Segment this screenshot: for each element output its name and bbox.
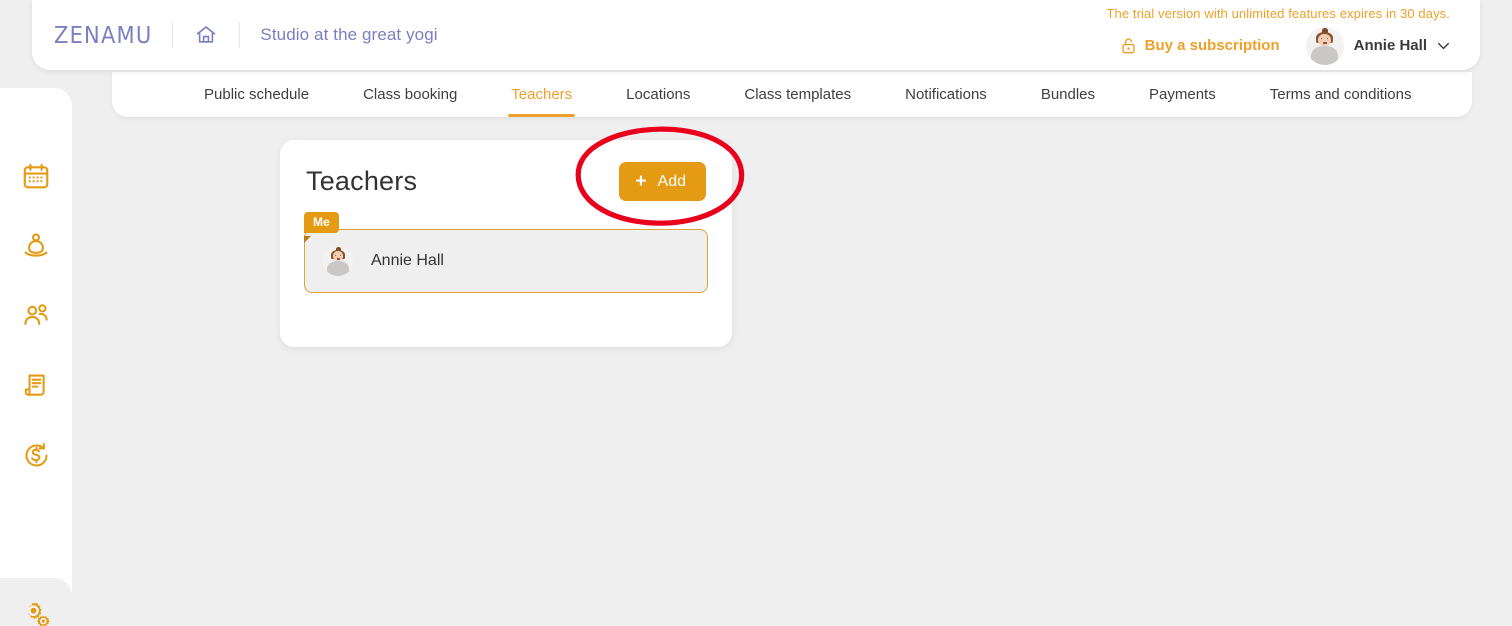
calendar-icon <box>21 161 51 191</box>
tab-label: Terms and conditions <box>1269 86 1412 103</box>
user-name: Annie Hall <box>1353 37 1427 54</box>
sidebar-item-settings[interactable] <box>0 580 72 626</box>
divider <box>239 22 241 48</box>
tab-teachers[interactable]: Teachers <box>508 72 576 117</box>
tab-terms-and-conditions[interactable]: Terms and conditions <box>1270 72 1412 117</box>
sidebar-item-payments[interactable] <box>0 420 72 490</box>
me-badge-tail <box>304 236 311 243</box>
tab-label: Teachers <box>511 86 573 103</box>
tab-notifications[interactable]: Notifications <box>905 72 987 117</box>
sidebar-item-clients[interactable] <box>0 280 72 350</box>
tab-payments[interactable]: Payments <box>1149 72 1216 117</box>
teacher-name: Annie Hall <box>371 252 444 269</box>
header-right-group: The trial version with unlimited feature… <box>1106 6 1450 65</box>
add-button[interactable]: + Add <box>619 162 706 201</box>
sidebar-item-calendar[interactable] <box>0 141 72 211</box>
left-sidebar <box>0 88 72 626</box>
people-icon <box>20 299 52 331</box>
tab-bundles[interactable]: Bundles <box>1041 72 1095 117</box>
tab-class-booking[interactable]: Class booking <box>363 72 457 117</box>
status-badge: Me <box>304 212 339 233</box>
tab-label: Bundles <box>1040 86 1096 103</box>
teachers-card: Teachers + Add Me Annie Hall <box>280 140 732 347</box>
yoga-pose-icon <box>20 230 52 262</box>
tab-locations[interactable]: Locations <box>626 72 690 117</box>
sidebar-active-notch-top <box>0 558 72 578</box>
user-menu[interactable]: Annie Hall <box>1305 26 1450 65</box>
tab-class-templates[interactable]: Class templates <box>744 72 851 117</box>
add-button-label: Add <box>657 172 686 190</box>
dollar-refund-icon <box>21 440 52 471</box>
app-root: Public schedule Class booking Teachers L… <box>0 0 1512 626</box>
avatar <box>323 246 353 276</box>
plus-icon: + <box>635 171 647 192</box>
breadcrumb[interactable]: Studio at the great yogi <box>260 25 437 45</box>
tab-label: Public schedule <box>204 86 310 103</box>
page-title: Teachers <box>306 166 418 196</box>
top-header: ZENAMU Studio at the great yogi The tria… <box>32 0 1480 70</box>
tab-label: Class booking <box>363 86 458 103</box>
invoice-icon <box>21 370 51 400</box>
tab-label: Payments <box>1149 86 1216 103</box>
tab-public-schedule[interactable]: Public schedule <box>204 72 309 117</box>
tab-label: Locations <box>626 86 691 103</box>
home-icon[interactable] <box>193 23 219 47</box>
sidebar-item-classes[interactable] <box>0 211 72 281</box>
tab-label: Notifications <box>905 86 987 103</box>
teacher-list: Me Annie Hall <box>304 212 708 293</box>
tab-label: Class templates <box>744 86 852 103</box>
chevron-down-icon[interactable] <box>1437 42 1450 50</box>
header-actions: Buy a subscription Annie Hall <box>1121 26 1450 65</box>
sidebar-item-invoices[interactable] <box>0 350 72 420</box>
trial-notice: The trial version with unlimited feature… <box>1106 5 1450 21</box>
divider <box>172 22 174 48</box>
sub-navigation: Public schedule Class booking Teachers L… <box>112 72 1472 117</box>
open-lock-icon <box>1121 37 1136 54</box>
card-header: Teachers + Add <box>280 140 732 201</box>
list-item[interactable]: Annie Hall <box>304 229 708 293</box>
buy-subscription-label: Buy a subscription <box>1144 37 1280 54</box>
gears-icon <box>19 598 53 626</box>
avatar <box>1305 26 1344 65</box>
brand-logo[interactable]: ZENAMU <box>54 22 152 49</box>
buy-subscription-button[interactable]: Buy a subscription <box>1121 37 1280 54</box>
